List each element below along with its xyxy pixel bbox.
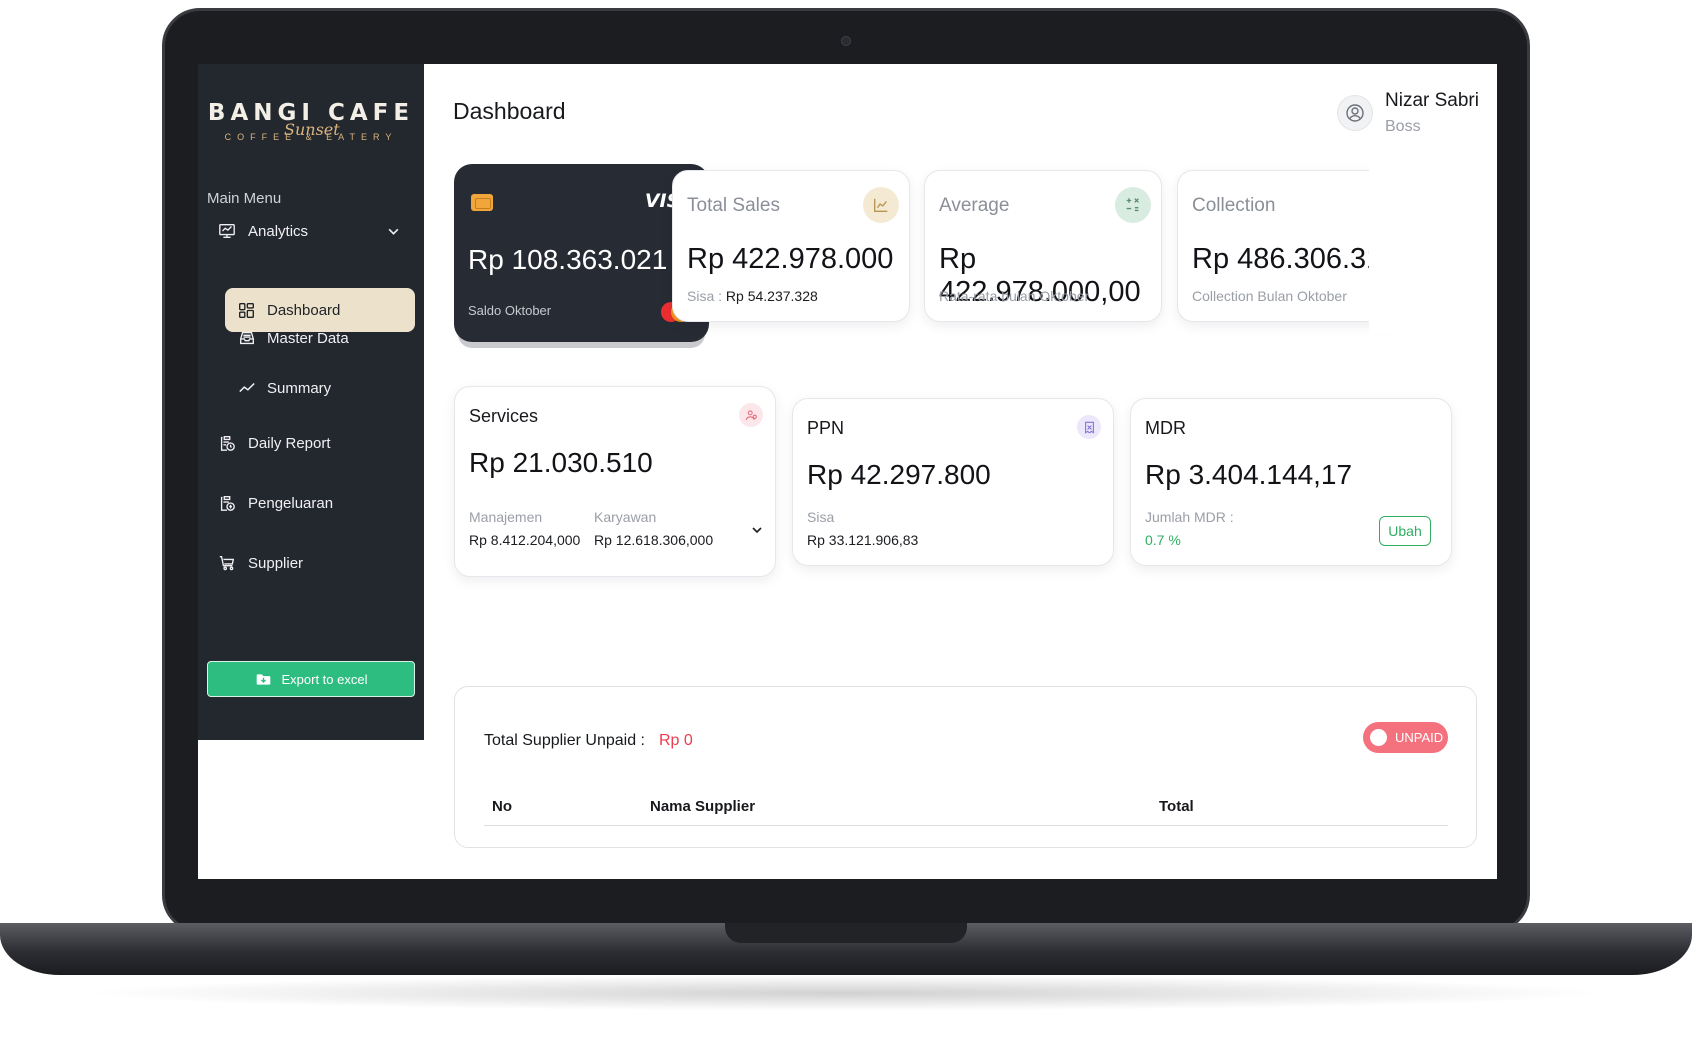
column-header-total[interactable]: Total — [1159, 798, 1194, 815]
calculator-icon — [1115, 187, 1151, 223]
sidebar-item-label: Analytics — [248, 222, 309, 240]
ppn-label: PPN — [807, 418, 845, 438]
content-clip-mask — [1475, 384, 1497, 584]
unpaid-label: UNPAID — [1395, 730, 1444, 745]
receipt-icon — [1077, 415, 1101, 439]
brand-logo: BANGI CAFE Sunset COFFEE & EATERY — [198, 100, 424, 142]
balance-caption: Saldo Oktober — [468, 303, 552, 318]
sidebar-item-pengeluaran[interactable]: Pengeluaran — [218, 494, 408, 512]
line-chart-icon — [239, 382, 255, 393]
unpaid-toggle[interactable]: UNPAID — [1363, 722, 1448, 753]
mdr-label: MDR — [1145, 418, 1186, 438]
edit-mdr-button[interactable]: Ubah — [1379, 516, 1431, 546]
sidebar-item-master-data[interactable]: Master Data — [238, 329, 349, 347]
sidebar-item-label: Master Data — [267, 329, 349, 347]
total-sales-label: Total Sales — [687, 195, 780, 216]
karyawan-value: Rp 12.618.306,000 — [594, 532, 714, 548]
export-to-excel-button[interactable]: Export to excel — [207, 661, 415, 697]
ppn-sisa-label: Sisa — [807, 509, 835, 525]
sidebar-item-summary[interactable]: Summary — [238, 379, 331, 397]
ppn-sisa-value: Rp 33.121.906,83 — [807, 532, 919, 548]
chevron-down-icon[interactable] — [387, 225, 400, 238]
services-label: Services — [469, 406, 539, 426]
sidebar: BANGI CAFE Sunset COFFEE & EATERY Main M… — [198, 64, 424, 740]
services-card: Services Rp 21.030.510 Manajemen Rp 8.41… — [454, 386, 776, 577]
receipt-icon — [220, 496, 235, 511]
collection-sub: Collection Bulan Oktober — [1192, 288, 1347, 304]
balance-card: VISA Rp 108.363.021 Saldo Oktober — [454, 164, 709, 342]
trend-up-icon — [863, 187, 899, 223]
sidebar-item-label: Daily Report — [248, 434, 331, 452]
sidebar-item-label: Summary — [267, 379, 332, 397]
balance-amount: Rp 108.363.021 — [468, 244, 668, 275]
column-header-nama-supplier[interactable]: Nama Supplier — [650, 798, 755, 815]
camera — [841, 36, 851, 46]
people-icon — [739, 403, 763, 427]
grid-icon — [239, 302, 254, 318]
collection-label: Collection — [1192, 195, 1276, 216]
ppn-value: Rp 42.297.800 — [807, 459, 991, 490]
laptop-notch — [725, 923, 967, 943]
toggle-knob — [1370, 729, 1387, 746]
mdr-value: Rp 3.404.144,17 — [1145, 459, 1353, 490]
sidebar-item-daily-report[interactable]: Daily Report — [218, 434, 408, 452]
mdr-percentage: 0.7 % — [1145, 532, 1181, 548]
chevron-down-icon[interactable] — [751, 524, 763, 536]
supplier-unpaid-title: Total Supplier Unpaid : — [484, 732, 645, 749]
karyawan-label: Karyawan — [594, 509, 657, 525]
laptop-frame: BANGI CAFE Sunset COFFEE & EATERY Main M… — [0, 0, 1692, 1042]
manajemen-value: Rp 8.412.204,000 — [469, 532, 581, 548]
table-header-divider — [484, 825, 1448, 826]
ppn-card: PPN Rp 42.297.800 Sisa Rp 33.121.906,83 — [792, 398, 1114, 566]
app-screen: BANGI CAFE Sunset COFFEE & EATERY Main M… — [198, 64, 1497, 879]
analytics-icon — [219, 224, 235, 238]
average-card: Average Rp 422.978.000,00 Rata-rata bula… — [924, 170, 1162, 322]
supplier-unpaid-amount: Rp 0 — [659, 732, 693, 749]
total-sales-sub: Sisa : Rp 54.237.328 — [687, 288, 818, 304]
user-icon — [1346, 104, 1364, 122]
page-title: Dashboard — [453, 98, 566, 124]
sidebar-item-supplier[interactable]: Supplier — [218, 554, 408, 572]
export-label: Export to excel — [281, 671, 368, 687]
sidebar-item-label: Pengeluaran — [248, 494, 334, 512]
average-label: Average — [939, 195, 1010, 216]
download-folder-icon — [256, 673, 270, 685]
user-role: Boss — [1385, 118, 1421, 135]
inbox-icon — [240, 331, 254, 345]
total-sales-value: Rp 422.978.000 — [687, 243, 894, 275]
average-sub: Rata-rata bulan Oktober — [939, 288, 1090, 304]
mdr-card: MDR Rp 3.404.144,17 Jumlah MDR : 0.7 % U… — [1130, 398, 1452, 566]
services-value: Rp 21.030.510 — [469, 447, 653, 478]
mdr-jumlah-label: Jumlah MDR : — [1145, 509, 1234, 525]
manajemen-label: Manajemen — [469, 509, 543, 525]
content-clip-mask — [1369, 164, 1497, 334]
avatar[interactable] — [1337, 95, 1373, 131]
sidebar-item-dashboard[interactable]: Dashboard — [225, 288, 415, 332]
main-menu-label: Main Menu — [207, 190, 282, 207]
user-name: Nizar Sabri — [1385, 90, 1479, 111]
chip-icon — [471, 194, 493, 211]
clipboard-clock-icon — [220, 436, 235, 451]
laptop-shadow — [80, 975, 1612, 1011]
collection-value: Rp 486.306.310 — [1192, 243, 1399, 275]
column-header-no[interactable]: No — [492, 798, 512, 815]
supplier-unpaid-card: Total Supplier Unpaid : Rp 0 UNPAID No N… — [454, 686, 1477, 848]
cart-icon — [219, 556, 235, 571]
sidebar-item-analytics[interactable]: Analytics — [218, 222, 408, 240]
total-sales-card: Total Sales Rp 422.978.000 Sisa : Rp 54.… — [672, 170, 910, 322]
brand-script: Sunset — [284, 120, 340, 139]
sidebar-item-label: Dashboard — [267, 301, 341, 319]
sidebar-item-label: Supplier — [248, 554, 304, 572]
